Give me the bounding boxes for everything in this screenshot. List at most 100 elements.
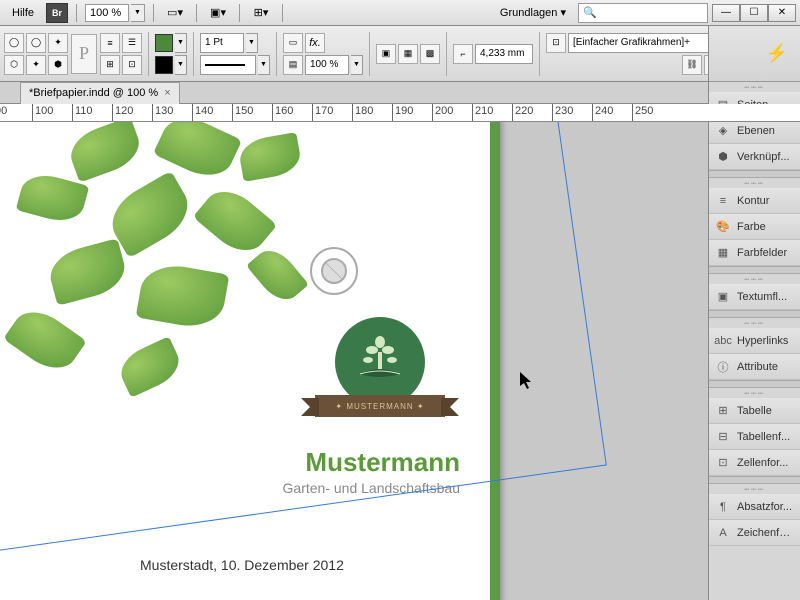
document-tab-label: *Briefpapier.indd @ 100 %	[29, 87, 158, 99]
chain-icon[interactable]: ⛓	[682, 55, 702, 75]
bridge-button[interactable]: Br	[46, 3, 68, 23]
panel-label: Attribute	[737, 361, 794, 373]
ruler-tick: 180	[352, 104, 373, 122]
object-style[interactable]: [Einfacher Grafikrahmen]+	[568, 33, 710, 53]
minimize-button[interactable]: —	[712, 4, 740, 22]
wrap-icon[interactable]: ▩	[420, 44, 440, 64]
control-bar: ◯ ◯ ✦ ⬡ ✦ ⬢ P ≡ ☰ ⊞ ⊡ ▼ ▼ 1 Pt▼ ▼ ▭fx. ▤…	[0, 26, 800, 82]
zoom-input[interactable]	[85, 4, 129, 22]
date-line[interactable]: Musterstadt, 10. Dezember 2012	[140, 557, 344, 573]
search-field[interactable]: 🔍	[578, 3, 708, 23]
tool-icon[interactable]: ⬢	[48, 55, 68, 75]
zoom-control[interactable]: ▼	[85, 4, 145, 22]
panel-grip[interactable]: ┅┅┅	[709, 274, 800, 284]
tool-icon[interactable]: ≡	[100, 33, 120, 53]
stroke-dropdown[interactable]: ▼	[175, 55, 187, 75]
company-name: Mustermann	[250, 447, 460, 478]
workspace-switcher[interactable]: Grundlagen ▾	[492, 3, 574, 22]
ruler-tick: 160	[272, 104, 293, 122]
horizontal-ruler[interactable]: 9010011012013014015016017018019020021022…	[0, 104, 800, 122]
panel-grip[interactable]: ┅┅┅	[709, 484, 800, 494]
stroke-weight[interactable]: 1 Pt	[200, 33, 244, 53]
ruler-tick: 190	[392, 104, 413, 122]
panel-separator	[709, 310, 800, 318]
panel-item[interactable]: abcHyperlinks	[709, 328, 800, 354]
panel-label: Ebenen	[737, 125, 794, 137]
tool-icon[interactable]: ✦	[48, 33, 68, 53]
panel-item[interactable]: ▣Textumfl...	[709, 284, 800, 310]
close-tab-icon[interactable]: ×	[164, 87, 170, 99]
character-panel-icon[interactable]: P	[71, 34, 97, 74]
ruler-tick: 140	[192, 104, 213, 122]
panel-grip[interactable]: ┅┅┅	[709, 388, 800, 398]
panel-item[interactable]: ⊡Zellenfor...	[709, 450, 800, 476]
stroke-style[interactable]	[200, 55, 256, 75]
canvas[interactable]: ✦ MUSTERMANN ✦ Mustermann Garten- und La…	[0, 122, 708, 600]
screen-mode-button[interactable]: ▣▾	[205, 2, 231, 24]
panel-item[interactable]: 🎨Farbe	[709, 214, 800, 240]
panel-icon: ▦	[715, 245, 731, 261]
panel-item[interactable]: ▦Farbfelder	[709, 240, 800, 266]
corner-icon[interactable]: ⌐	[453, 44, 473, 64]
heading-block[interactable]: Mustermann Garten- und Landschaftsbau	[250, 447, 460, 496]
panel-grip[interactable]: ┅┅┅	[709, 178, 800, 188]
fx-icon[interactable]: fx.	[305, 33, 325, 53]
stroke-weight-dropdown[interactable]: ▼	[246, 33, 258, 53]
panel-label: Verknüpf...	[737, 151, 794, 163]
stroke-swatch[interactable]	[155, 56, 173, 74]
wrap-icon[interactable]: ▦	[398, 44, 418, 64]
arrange-button[interactable]: ⊞▾	[248, 2, 274, 24]
tool-icon[interactable]: ✦	[26, 55, 46, 75]
panel-separator	[709, 266, 800, 274]
panel-item[interactable]: ⊞ Tabelle	[709, 398, 800, 424]
panel-item[interactable]: ⊟Tabellenf...	[709, 424, 800, 450]
panel-label: Farbe	[737, 221, 794, 233]
ruler-tick: 90	[0, 104, 7, 122]
panel-icon: ⊞	[715, 403, 731, 419]
document-page[interactable]: ✦ MUSTERMANN ✦ Mustermann Garten- und La…	[0, 122, 500, 600]
panel-item[interactable]: AZeichenfo...	[709, 520, 800, 546]
panel-item[interactable]: ⓘAttribute	[709, 354, 800, 380]
panel-icon: ▣	[715, 289, 731, 305]
opacity-field[interactable]: 100 %	[305, 55, 349, 75]
panel-item[interactable]: ≡Kontur	[709, 188, 800, 214]
tool-icon[interactable]: ⊞	[100, 55, 120, 75]
ruler-tick: 130	[152, 104, 173, 122]
panel-icon: ¶	[715, 499, 731, 515]
effects-icon[interactable]: ▭	[283, 33, 303, 53]
help-menu[interactable]: Hilfe	[4, 4, 42, 22]
tool-icon[interactable]: ◯	[26, 33, 46, 53]
panel-separator	[709, 380, 800, 388]
panel-icon: abc	[715, 333, 731, 349]
fill-swatch[interactable]	[155, 34, 173, 52]
menu-bar: Hilfe Br ▼ ▭▾ ▣▾ ⊞▾ Grundlagen ▾ 🔍 — ☐ ✕	[0, 0, 800, 26]
view-options-button[interactable]: ▭▾	[162, 2, 188, 24]
panel-icon: A	[715, 525, 731, 541]
corner-field[interactable]: 4,233 mm	[475, 44, 533, 64]
opacity-icon[interactable]: ▤	[283, 55, 303, 75]
company-tagline: Garten- und Landschaftsbau	[250, 480, 460, 496]
close-window-button[interactable]: ✕	[768, 4, 796, 22]
maximize-button[interactable]: ☐	[740, 4, 768, 22]
content-grabber-icon[interactable]	[310, 247, 358, 295]
frame-icon[interactable]: ⊡	[546, 33, 566, 53]
search-icon: 🔍	[583, 6, 597, 19]
quick-apply-icon[interactable]: ⚡	[709, 26, 800, 82]
tool-icon[interactable]: ⬡	[4, 55, 24, 75]
panel-item[interactable]: ⬢Verknüpf...	[709, 144, 800, 170]
tool-icon[interactable]: ☰	[122, 33, 142, 53]
document-tab[interactable]: *Briefpapier.indd @ 100 % ×	[20, 82, 180, 104]
panel-grip[interactable]: ┅┅┅	[709, 318, 800, 328]
tool-icon[interactable]: ⊡	[122, 55, 142, 75]
panel-grip[interactable]: ┅┅┅	[709, 82, 800, 92]
wrap-icon[interactable]: ▣	[376, 44, 396, 64]
panel-item[interactable]: ¶Absatzfor...	[709, 494, 800, 520]
panel-label: Tabelle	[737, 405, 794, 417]
tool-icon[interactable]: ◯	[4, 33, 24, 53]
zoom-dropdown[interactable]: ▼	[131, 4, 145, 22]
ruler-tick: 250	[632, 104, 653, 122]
logo[interactable]: ✦ MUSTERMANN ✦	[320, 317, 440, 447]
ruler-tick: 100	[32, 104, 53, 122]
ruler-tick: 120	[112, 104, 133, 122]
fill-dropdown[interactable]: ▼	[175, 33, 187, 53]
